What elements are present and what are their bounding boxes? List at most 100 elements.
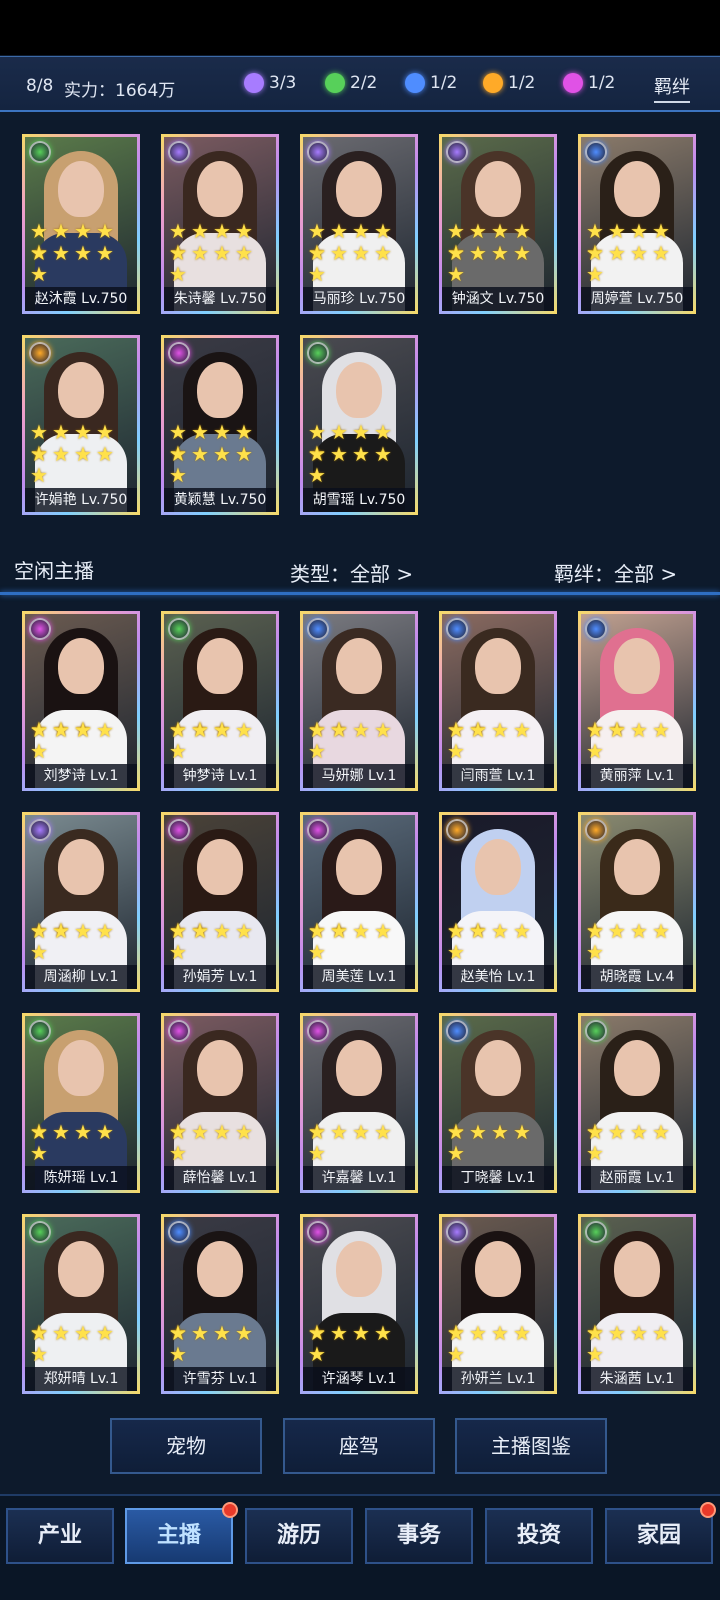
star-icon: ★ xyxy=(330,919,348,943)
star-rating-row: ★ ★ ★ ★★ xyxy=(28,1122,134,1164)
star-icon: ★ xyxy=(630,1120,648,1144)
streamer-card[interactable]: ★ ★ ★ ★★ ★ ★ ★ ★★ 马丽珍 Lv.750 xyxy=(300,134,418,314)
element-count-value: 3/3 xyxy=(269,73,297,93)
star-icon: ★ xyxy=(652,919,670,943)
green-element-icon xyxy=(585,1221,607,1243)
star-icon: ★ xyxy=(330,241,348,265)
star-icon: ★ xyxy=(191,718,209,742)
tab-investment[interactable]: 投资 xyxy=(485,1508,593,1564)
star-icon: ★ xyxy=(74,420,92,444)
streamer-catalog-button[interactable]: 主播图鉴 xyxy=(455,1418,607,1474)
tab-affairs[interactable]: 事务 xyxy=(365,1508,473,1564)
lineup-count: 8/8 xyxy=(26,76,54,96)
streamer-card[interactable]: ★ ★ ★ ★ ★ ★★ 周美莲 Lv.1 xyxy=(300,812,418,992)
star-icon: ★ xyxy=(608,919,626,943)
streamer-card[interactable]: ★ ★ ★ ★ ★★ 丁晓馨 Lv.1 xyxy=(439,1013,557,1193)
star-icon: ★ xyxy=(308,739,326,763)
star-icon: ★ xyxy=(586,1321,604,1345)
streamer-name-level: 赵丽霞 Lv.1 xyxy=(581,1166,693,1190)
green-element-icon xyxy=(307,342,329,364)
streamer-name-level: 胡晓霞 Lv.4 xyxy=(581,965,693,989)
total-power: 实力：1664万 xyxy=(64,81,176,101)
streamer-name-level: 朱涵茜 Lv.1 xyxy=(581,1367,693,1391)
streamer-card[interactable]: ★ ★ ★ ★ ★ ★★ 周涵柳 Lv.1 xyxy=(22,812,140,992)
star-icon: ★ xyxy=(586,262,604,286)
streamer-card[interactable]: ★ ★ ★ ★ ★★ 孙妍兰 Lv.1 xyxy=(439,1214,557,1394)
streamer-card[interactable]: ★ ★ ★ ★★ ★ ★ ★ ★★ 钟涵文 Lv.750 xyxy=(439,134,557,314)
pet-button[interactable]: 宠物 xyxy=(110,1418,262,1474)
streamer-card[interactable]: ★ ★ ★ ★ ★ ★ ★★ 刘梦诗 Lv.1 xyxy=(22,611,140,791)
streamer-card[interactable]: ★ ★ ★ ★ ★★ 郑妍晴 Lv.1 xyxy=(22,1214,140,1394)
star-icon: ★ xyxy=(169,241,187,265)
green-element-icon xyxy=(168,618,190,640)
streamer-name-level: 马丽珍 Lv.750 xyxy=(303,287,415,311)
streamer-name-level: 薛怡馨 Lv.1 xyxy=(164,1166,276,1190)
streamer-card[interactable]: ★ ★ ★ ★★ ★ ★ ★ ★★ 胡雪瑶 Lv.750 xyxy=(300,335,418,515)
streamer-card[interactable]: ★ ★ ★ ★★ ★ ★ ★ ★★ 许娟艳 Lv.750 xyxy=(22,335,140,515)
streamer-card[interactable]: ★ ★ ★ ★ ★★ 许涵琴 Lv.1 xyxy=(300,1214,418,1394)
streamer-name-level: 孙娟芳 Lv.1 xyxy=(164,965,276,989)
streamer-card[interactable]: ★ ★ ★ ★★ ★ ★ ★ ★★ 赵沐霞 Lv.750 xyxy=(22,134,140,314)
star-rating-row: ★ ★ ★ ★★ xyxy=(28,1323,134,1365)
star-rating-row: ★ ★ ★ ★★ xyxy=(584,243,690,285)
streamer-card[interactable]: ★ ★ ★ ★ ★★ 薛怡馨 Lv.1 xyxy=(161,1013,279,1193)
element-count-orange: 1/2 xyxy=(483,73,535,93)
streamer-card[interactable]: ★ ★ ★ ★ ★ ★★ 赵美怡 Lv.1 xyxy=(439,812,557,992)
star-icon: ★ xyxy=(169,1141,187,1165)
tab-home[interactable]: 家园 xyxy=(605,1508,713,1564)
star-icon: ★ xyxy=(608,718,626,742)
star-icon: ★ xyxy=(447,241,465,265)
tab-travel[interactable]: 游历 xyxy=(245,1508,353,1564)
star-icon: ★ xyxy=(169,1120,187,1144)
blue-element-icon xyxy=(405,73,425,93)
star-icon: ★ xyxy=(447,1120,465,1144)
streamer-card[interactable]: ★ ★ ★ ★ ★ ★★ 马妍娜 Lv.1 xyxy=(300,611,418,791)
purple-element-icon xyxy=(446,1221,468,1243)
star-icon: ★ xyxy=(491,718,509,742)
star-icon: ★ xyxy=(96,442,114,466)
star-rating-row: ★ ★ ★ ★★ xyxy=(445,1323,551,1365)
star-icon: ★ xyxy=(52,241,70,265)
blue-element-icon xyxy=(168,1221,190,1243)
streamer-card[interactable]: ★ ★ ★ ★★ ★ ★ ★ ★★ 周婷萱 Lv.750 xyxy=(578,134,696,314)
streamer-card[interactable]: ★ ★ ★ ★ ★★ 陈妍瑶 Lv.1 xyxy=(22,1013,140,1193)
star-icon: ★ xyxy=(352,1120,370,1144)
type-filter[interactable]: 类型：全部 > xyxy=(290,558,413,587)
streamer-card[interactable]: ★ ★ ★ ★★ ★ ★ ★ ★★ 黄颖慧 Lv.750 xyxy=(161,335,279,515)
streamer-card[interactable]: ★ ★ ★ ★ ★ ★★ 孙娟芳 Lv.1 xyxy=(161,812,279,992)
tab-industry[interactable]: 产业 xyxy=(6,1508,114,1564)
streamer-card[interactable]: ★ ★ ★ ★ ★★ 朱涵茜 Lv.1 xyxy=(578,1214,696,1394)
element-count-blue: 1/2 xyxy=(405,73,457,93)
streamer-card[interactable]: ★ ★ ★ ★ ★ ★★ 闫雨萱 Lv.1 xyxy=(439,611,557,791)
magenta-element-icon xyxy=(307,1221,329,1243)
star-icon: ★ xyxy=(447,1321,465,1345)
star-icon: ★ xyxy=(52,718,70,742)
star-icon: ★ xyxy=(447,919,465,943)
streamer-card[interactable]: ★ ★ ★ ★ ★★ 赵丽霞 Lv.1 xyxy=(578,1013,696,1193)
streamer-card[interactable]: ★ ★ ★ ★ ★★ 许嘉馨 Lv.1 xyxy=(300,1013,418,1193)
star-icon: ★ xyxy=(586,919,604,943)
star-rating-row: ★ ★ ★ ★★ xyxy=(167,444,273,486)
streamer-name-level: 周婷萱 Lv.750 xyxy=(581,287,693,311)
streamer-card[interactable]: ★ ★ ★ ★ ★★ 许雪芬 Lv.1 xyxy=(161,1214,279,1394)
streamer-card[interactable]: ★ ★ ★ ★ ★ ★★ 黄丽萍 Lv.1 xyxy=(578,611,696,791)
star-icon: ★ xyxy=(652,241,670,265)
star-icon: ★ xyxy=(608,241,626,265)
vehicle-button[interactable]: 座驾 xyxy=(283,1418,435,1474)
star-icon: ★ xyxy=(169,1342,187,1366)
star-icon: ★ xyxy=(447,1141,465,1165)
streamer-name-level: 周美莲 Lv.1 xyxy=(303,965,415,989)
streamer-card[interactable]: ★ ★ ★ ★ ★★ 胡晓霞 Lv.4 xyxy=(578,812,696,992)
bond-filter[interactable]: 羁绊：全部 > xyxy=(554,558,677,587)
star-icon: ★ xyxy=(191,1120,209,1144)
bond-button[interactable]: 羁绊 xyxy=(654,73,690,103)
star-icon: ★ xyxy=(213,442,231,466)
star-rating-row: ★ ★ ★ ★★ xyxy=(445,243,551,285)
star-icon: ★ xyxy=(608,1321,626,1345)
streamer-card[interactable]: ★ ★ ★ ★★ ★ ★ ★ ★★ 朱诗馨 Lv.750 xyxy=(161,134,279,314)
star-icon: ★ xyxy=(469,1120,487,1144)
tab-streamer[interactable]: 主播 xyxy=(125,1508,233,1564)
streamer-card[interactable]: ★ ★ ★ ★ ★ ★ ★★ 钟梦诗 Lv.1 xyxy=(161,611,279,791)
star-icon: ★ xyxy=(308,1321,326,1345)
star-icon: ★ xyxy=(652,1120,670,1144)
